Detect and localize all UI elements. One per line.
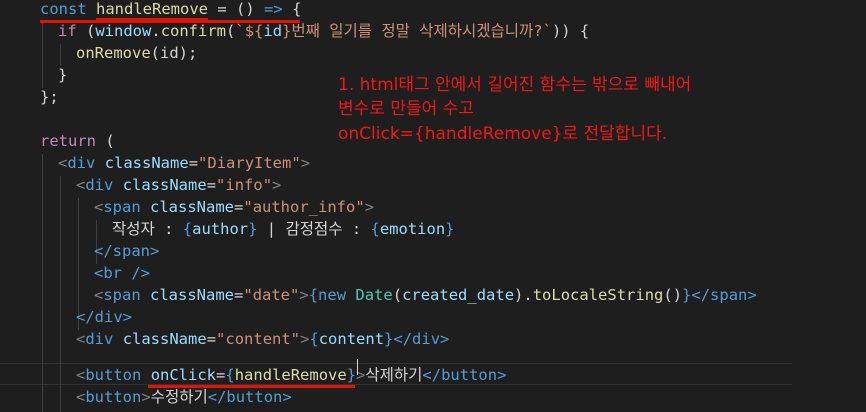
indent-guide bbox=[60, 44, 61, 66]
attribute-value: "info" bbox=[216, 176, 273, 194]
code-line-8[interactable]: <div className="DiaryItem"> bbox=[58, 152, 310, 174]
tag-name: div bbox=[67, 154, 96, 172]
punctuation: )) { bbox=[551, 22, 590, 40]
class-name: Date bbox=[355, 286, 393, 304]
code-line-2[interactable]: if (window.confirm(`${id}번째 일기를 정말 삭제하시겠… bbox=[58, 20, 589, 42]
tag-name: div bbox=[85, 330, 114, 348]
tag-name: span bbox=[103, 286, 141, 304]
keyword: const bbox=[40, 0, 87, 18]
code-line-14[interactable]: <span className="date">{new Date(created… bbox=[94, 284, 757, 306]
code-line-17[interactable]: <button onClick={handleRemove}>삭제하기</but… bbox=[76, 364, 506, 386]
code-line-11[interactable]: 작성자 : {author} | 감정점수 : {emotion} bbox=[112, 218, 455, 240]
annotation-note-line-3: onClick={handleRemove}로 전달합니다. bbox=[338, 124, 668, 144]
tag-name: div bbox=[85, 176, 114, 194]
attribute-value: "author_info" bbox=[243, 198, 365, 216]
code-line-12[interactable]: </span> bbox=[94, 240, 159, 262]
indent-guide bbox=[42, 154, 43, 412]
jsx-text: | 감정점수 : bbox=[257, 220, 371, 238]
code-line-18[interactable]: <button>수정하기</button> bbox=[76, 386, 292, 408]
code-line-9[interactable]: <div className="info"> bbox=[76, 174, 281, 196]
self-closing-tag: <br /> bbox=[94, 264, 150, 282]
code-line-13[interactable]: <br /> bbox=[94, 262, 150, 284]
brace: }; bbox=[40, 88, 59, 106]
attribute: className bbox=[150, 198, 235, 216]
closing-tag: </span> bbox=[691, 286, 757, 304]
variable: emotion bbox=[379, 220, 446, 238]
indent-guide bbox=[42, 22, 43, 88]
variable: created_date bbox=[402, 286, 515, 304]
function-name: handleRemove bbox=[96, 0, 208, 20]
indent-guide bbox=[60, 176, 61, 412]
annotation-note-line-1: 1. html태그 안에서 길어진 함수는 밖으로 빼내어 bbox=[338, 75, 692, 95]
annotation-underline bbox=[40, 20, 300, 23]
attribute: className bbox=[104, 154, 189, 172]
template-string: `${ bbox=[235, 22, 264, 40]
button-text: 수정하기 bbox=[150, 388, 208, 406]
arrow: => bbox=[264, 0, 283, 18]
code-line-15[interactable]: </div> bbox=[76, 306, 132, 328]
attribute: className bbox=[122, 176, 207, 194]
template-string: }번째 일기를 정말 삭제하시겠습니까?` bbox=[282, 22, 552, 40]
tag-name: button bbox=[85, 388, 142, 406]
paren: ( bbox=[105, 132, 115, 150]
operator: = bbox=[217, 0, 227, 18]
method: confirm bbox=[160, 22, 227, 40]
keyword: if bbox=[58, 22, 77, 40]
tag-name: button bbox=[85, 366, 142, 384]
closing-tag: </span> bbox=[94, 242, 160, 260]
arguments: (id); bbox=[150, 44, 198, 62]
code-editor[interactable]: const handleRemove = () => { if (window.… bbox=[0, 0, 866, 412]
code-line-16[interactable]: <div className="content">{content}</div> bbox=[76, 328, 449, 350]
attribute-value: "content" bbox=[216, 330, 301, 348]
code-line-4[interactable]: } bbox=[58, 64, 67, 86]
annotation-underline bbox=[148, 385, 355, 388]
function-call: onRemove bbox=[76, 44, 151, 62]
keyword: return bbox=[40, 132, 96, 150]
button-text: 삭제하기 bbox=[365, 366, 423, 384]
keyword: new bbox=[318, 286, 347, 304]
tag-name: span bbox=[103, 198, 141, 216]
closing-tag: </div> bbox=[76, 308, 132, 326]
brace: } bbox=[58, 66, 68, 84]
attribute: className bbox=[122, 330, 207, 348]
attribute: onClick bbox=[150, 366, 217, 384]
variable: window bbox=[95, 22, 152, 40]
closing-tag: </button> bbox=[422, 366, 507, 384]
closing-tag: </div> bbox=[393, 330, 450, 348]
function-name: handleRemove bbox=[234, 366, 347, 384]
variable: content bbox=[318, 330, 385, 348]
method: toLocaleString bbox=[532, 286, 664, 304]
variable: id bbox=[263, 22, 283, 40]
closing-tag: </button> bbox=[207, 388, 292, 406]
attribute: className bbox=[150, 286, 235, 304]
attribute-value: "DiaryItem" bbox=[198, 154, 301, 172]
annotation-note-line-2: 변수로 만들어 수고 bbox=[338, 99, 474, 119]
jsx-text: 작성자 : bbox=[112, 220, 183, 238]
arguments: () bbox=[236, 0, 255, 18]
code-line-3[interactable]: onRemove(id); bbox=[76, 42, 197, 64]
code-line-1[interactable]: const handleRemove = () => { bbox=[40, 0, 301, 20]
brace: { bbox=[292, 0, 302, 18]
code-line-7[interactable]: return ( bbox=[40, 130, 115, 152]
code-line-10[interactable]: <span className="author_info"> bbox=[94, 196, 374, 218]
text-cursor bbox=[357, 359, 358, 375]
variable: author bbox=[192, 220, 249, 238]
code-line-5[interactable]: }; bbox=[40, 86, 59, 108]
attribute-value: "date" bbox=[243, 286, 300, 304]
